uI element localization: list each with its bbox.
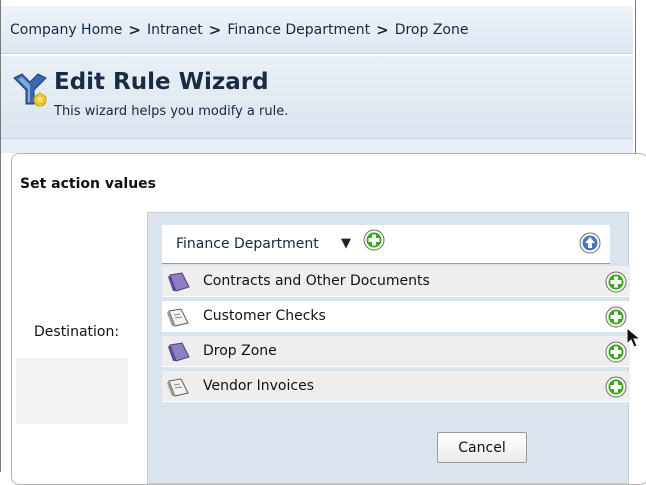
add-item-button[interactable] bbox=[605, 306, 627, 328]
breadcrumb-finance-department[interactable]: Finance Department bbox=[227, 22, 370, 38]
breadcrumb-drop-zone[interactable]: Drop Zone bbox=[395, 22, 469, 38]
section-title: Set action values bbox=[20, 176, 157, 192]
list-item[interactable]: Contracts and Other Documents bbox=[162, 266, 630, 297]
plus-circle-icon bbox=[363, 229, 385, 251]
go-up-button[interactable] bbox=[579, 232, 601, 254]
header-gap bbox=[1, 139, 633, 153]
plus-circle-icon bbox=[605, 341, 627, 363]
cancel-button[interactable]: Cancel bbox=[437, 432, 527, 463]
list-item[interactable]: Customer Checks bbox=[162, 301, 630, 332]
plus-circle-icon bbox=[605, 271, 627, 293]
space-icon bbox=[167, 341, 191, 363]
folder-icon bbox=[167, 376, 191, 398]
mouse-cursor-icon bbox=[626, 326, 644, 353]
list-item[interactable]: Vendor Invoices bbox=[162, 371, 630, 402]
arrow-up-circle-icon bbox=[579, 232, 601, 254]
add-item-button[interactable] bbox=[605, 271, 627, 293]
current-folder-label[interactable]: Finance Department bbox=[176, 236, 319, 252]
breadcrumb-company-home[interactable]: Company Home bbox=[10, 22, 122, 38]
breadcrumb-separator: > bbox=[208, 20, 222, 39]
breadcrumb-separator: > bbox=[376, 20, 389, 39]
add-item-button[interactable] bbox=[605, 376, 627, 398]
breadcrumb-separator: > bbox=[128, 20, 141, 39]
list-item[interactable]: Drop Zone bbox=[162, 336, 630, 367]
caret-down-icon[interactable]: ▼ bbox=[341, 236, 351, 251]
wizard-description: This wizard helps you modify a rule. bbox=[54, 104, 289, 119]
list-item-label: Drop Zone bbox=[203, 343, 277, 359]
list-item-label: Contracts and Other Documents bbox=[203, 273, 430, 289]
add-item-button[interactable] bbox=[605, 341, 627, 363]
breadcrumb-intranet[interactable]: Intranet bbox=[147, 22, 203, 38]
plus-circle-icon bbox=[605, 306, 627, 328]
label-shade bbox=[16, 358, 128, 424]
destination-label: Destination: bbox=[34, 324, 120, 340]
breadcrumb: Company Home > Intranet > Finance Depart… bbox=[1, 6, 633, 54]
add-current-folder-button[interactable] bbox=[363, 229, 385, 251]
space-icon bbox=[167, 271, 191, 293]
folder-icon bbox=[167, 306, 191, 328]
wizard-title: Edit Rule Wizard bbox=[54, 69, 269, 95]
wizard-icon bbox=[10, 68, 50, 110]
wizard-header: Edit Rule Wizard This wizard helps you m… bbox=[1, 56, 633, 139]
list-item-label: Customer Checks bbox=[203, 308, 326, 324]
plus-circle-icon bbox=[605, 376, 627, 398]
list-item-label: Vendor Invoices bbox=[203, 378, 314, 394]
